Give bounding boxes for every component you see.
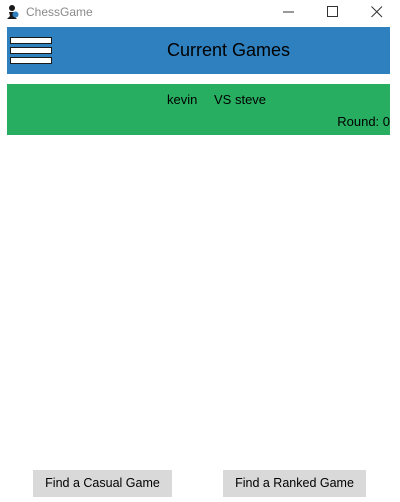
hamburger-menu-button[interactable] [10,35,52,66]
find-ranked-game-button[interactable]: Find a Ranked Game [223,470,366,497]
header-bar: Current Games [7,27,390,74]
close-button[interactable] [354,0,400,24]
hamburger-menu-icon [10,37,52,44]
menu-bar-line [10,47,52,54]
close-icon [371,6,383,18]
opponent-label: VS steve [214,92,267,107]
chess-pawn-icon [7,5,19,19]
minimize-button[interactable] [266,0,312,24]
maximize-button[interactable] [310,0,356,24]
minimize-icon [283,11,294,13]
maximize-icon [327,6,338,17]
player-one-name: kevin [167,92,198,107]
find-casual-game-button[interactable]: Find a Casual Game [33,470,172,497]
window-title: ChessGame [26,5,93,19]
menu-bar-line [10,57,52,64]
game-card[interactable]: kevin VS steve Round: 0 [7,84,390,135]
page-title: Current Games [166,40,291,60]
title-bar: ChessGame [0,0,400,24]
round-label: Round: 0 [337,114,390,129]
